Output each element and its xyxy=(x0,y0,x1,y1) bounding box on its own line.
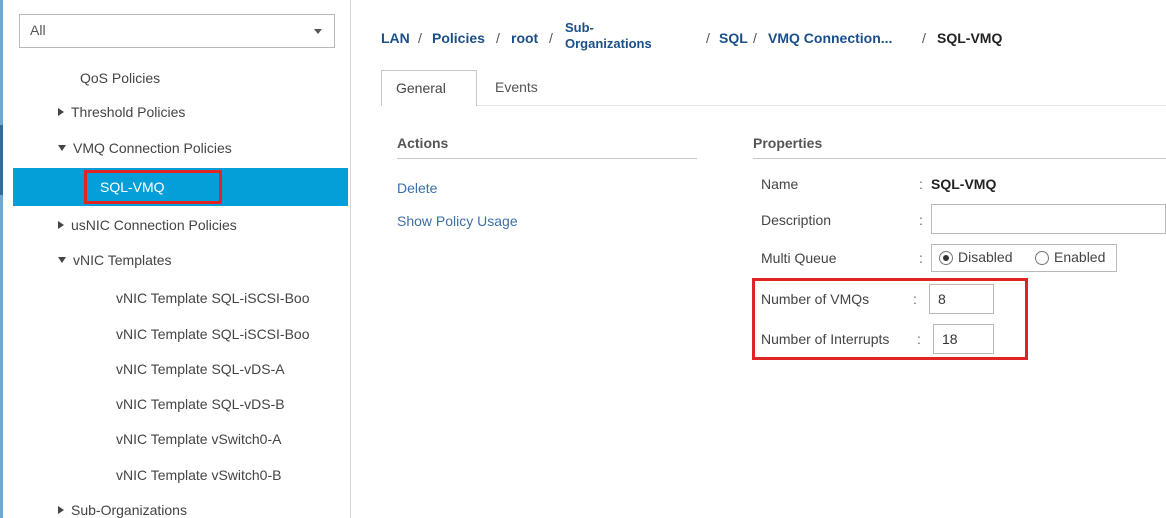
breadcrumb-root[interactable]: root xyxy=(511,30,538,46)
tree-item-threshold-policies[interactable]: Threshold Policies xyxy=(58,98,185,126)
radio-disabled[interactable] xyxy=(939,251,953,265)
tree-item-label: vNIC Template vSwitch0-A xyxy=(116,431,282,447)
tree-item-vnic-template[interactable]: vNIC Template SQL-vDS-B xyxy=(116,390,285,418)
properties-heading: Properties xyxy=(753,135,823,151)
actions-divider xyxy=(397,158,697,159)
tab-general[interactable]: General xyxy=(381,70,477,106)
actions-heading: Actions xyxy=(397,135,449,151)
tree-item-vnic-template[interactable]: vNIC Template SQL-vDS-A xyxy=(116,355,285,383)
tree-item-label: vNIC Template SQL-iSCSI-Boo xyxy=(116,290,310,306)
show-policy-usage-link[interactable]: Show Policy Usage xyxy=(397,213,518,229)
tree-item-label: vNIC Template SQL-vDS-B xyxy=(116,396,285,412)
breadcrumb-separator: / xyxy=(753,30,757,46)
tree-item-label: VMQ Connection Policies xyxy=(73,140,232,156)
name-value: SQL-VMQ xyxy=(931,176,997,192)
filter-dropdown[interactable]: All xyxy=(19,14,335,48)
tab-label: General xyxy=(396,80,446,96)
collapse-arrow-icon[interactable] xyxy=(58,145,66,152)
tree-item-vnic-templates[interactable]: vNIC Templates xyxy=(58,246,172,274)
tree-item-label: vNIC Template SQL-iSCSI-Boo xyxy=(116,326,310,342)
tree-item-sql-vmq[interactable]: SQL-VMQ xyxy=(84,170,222,204)
breadcrumb-vmq-connection[interactable]: VMQ Connection... xyxy=(768,30,892,46)
tree-item-vnic-template[interactable]: vNIC Template vSwitch0-A xyxy=(116,425,281,453)
filter-value: All xyxy=(30,22,46,38)
tree-item-vnic-template[interactable]: vNIC Template SQL-iSCSI-Boo xyxy=(116,320,309,348)
breadcrumb-separator: / xyxy=(418,30,422,46)
multi-queue-radio-group: Disabled Enabled xyxy=(931,244,1117,272)
colon: : xyxy=(919,250,923,266)
breadcrumb-separator: / xyxy=(549,30,553,46)
tab-events[interactable]: Events xyxy=(481,70,552,106)
tree-item-qos-policies[interactable]: QoS Policies xyxy=(80,64,160,92)
chevron-down-icon xyxy=(314,29,322,34)
radio-disabled-label[interactable]: Disabled xyxy=(958,249,1012,265)
delete-link[interactable]: Delete xyxy=(397,180,437,196)
radio-enabled-label[interactable]: Enabled xyxy=(1054,249,1105,265)
tree-item-label: usNIC Connection Policies xyxy=(71,217,237,233)
collapse-arrow-icon[interactable] xyxy=(58,257,66,264)
tree-item-vmq-connection-policies[interactable]: VMQ Connection Policies xyxy=(58,134,232,162)
colon: : xyxy=(919,212,923,228)
tree-item-vnic-template[interactable]: vNIC Template vSwitch0-B xyxy=(116,461,281,489)
breadcrumb-separator: / xyxy=(706,30,710,46)
tree-item-label: SQL-VMQ xyxy=(100,179,165,195)
tree-item-label: Sub-Organizations xyxy=(71,502,187,518)
breadcrumb-sub-organizations-line1[interactable]: Sub- xyxy=(565,20,594,35)
tree-item-label: vNIC Templates xyxy=(73,252,172,268)
breadcrumb-policies[interactable]: Policies xyxy=(432,30,485,46)
tree-item-vnic-template[interactable]: vNIC Template SQL-iSCSI-Boo xyxy=(116,284,309,312)
tree-item-label: QoS Policies xyxy=(80,70,161,86)
breadcrumb-sub-organizations-line2[interactable]: Organizations xyxy=(565,36,652,51)
tree-item-usnic-connection-policies[interactable]: usNIC Connection Policies xyxy=(58,211,237,239)
properties-divider xyxy=(753,158,1166,159)
expand-arrow-icon[interactable] xyxy=(58,506,64,515)
tree-item-label: vNIC Template SQL-vDS-A xyxy=(116,361,285,377)
tree-item-label: vNIC Template vSwitch0-B xyxy=(116,467,282,483)
breadcrumb-separator: / xyxy=(496,30,500,46)
tree-item-sub-organizations[interactable]: Sub-Organizations xyxy=(58,496,187,518)
description-label: Description xyxy=(761,212,832,228)
breadcrumb-current: SQL-VMQ xyxy=(937,30,1003,46)
multi-queue-label: Multi Queue xyxy=(761,250,837,266)
radio-enabled[interactable] xyxy=(1035,251,1049,265)
tree-item-label: Threshold Policies xyxy=(71,104,186,120)
name-label: Name xyxy=(761,176,799,192)
annotation-highlight-box xyxy=(752,278,1028,360)
breadcrumb-sql[interactable]: SQL xyxy=(719,30,748,46)
breadcrumb-lan[interactable]: LAN xyxy=(381,30,410,46)
description-input[interactable] xyxy=(931,204,1166,234)
breadcrumb-separator: / xyxy=(922,30,926,46)
tab-label: Events xyxy=(495,79,538,95)
expand-arrow-icon[interactable] xyxy=(58,108,64,117)
colon: : xyxy=(919,176,923,192)
expand-arrow-icon[interactable] xyxy=(58,221,64,230)
